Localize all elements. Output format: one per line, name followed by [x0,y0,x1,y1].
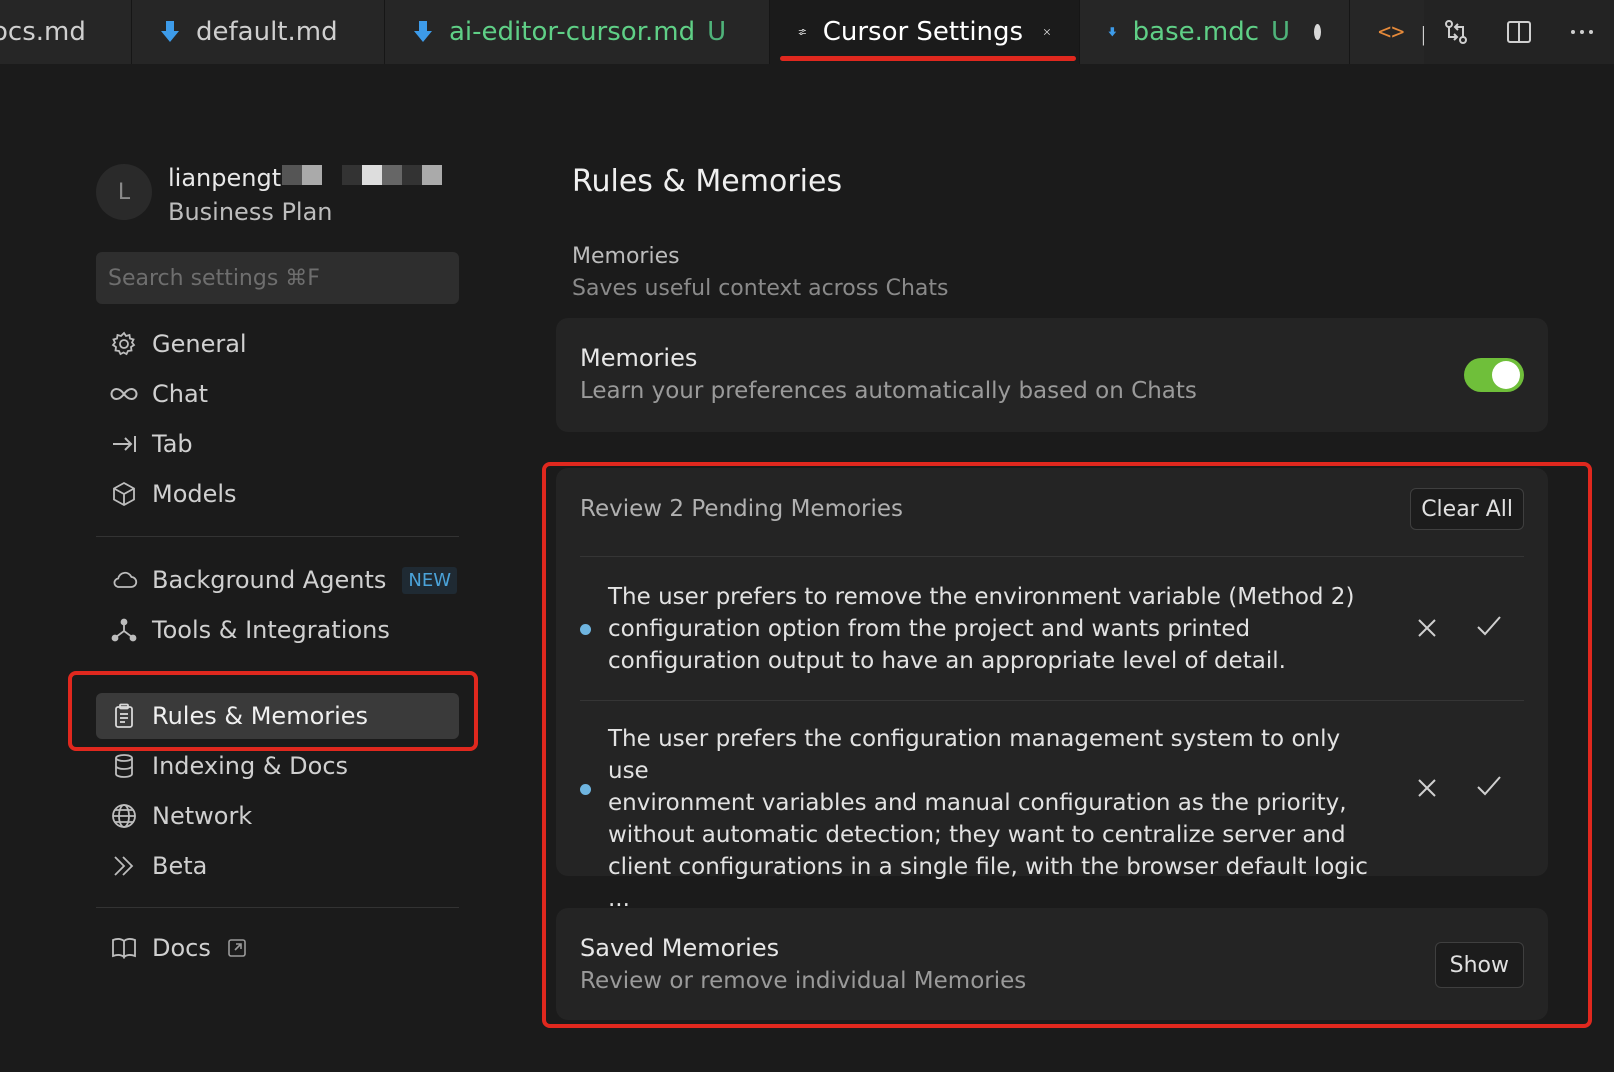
gear-icon [111,331,136,356]
sidebar-item-models[interactable]: Models [96,471,459,517]
markdown-download-icon [161,21,179,42]
sidebar-item-label: General [152,330,247,358]
close-icon[interactable] [1043,22,1051,42]
sidebar-item-label: Network [152,802,253,830]
tab-label: Cursor Settings [822,17,1024,47]
cube-icon [113,481,135,507]
settings-sliders-icon [798,29,806,35]
tab-ai-editor-cursor-md[interactable]: ai-editor-cursor.md U [385,0,770,64]
cloud-icon [113,571,138,588]
memories-card-title: Memories [580,344,698,372]
tab-base-mdc[interactable]: base.mdc U [1080,0,1350,64]
section-title: Memories [572,244,680,269]
sidebar-item-label: Chat [152,380,209,408]
more-icon[interactable] [1568,18,1596,46]
code-brackets-icon: <> [1378,19,1405,45]
memories-card-subtitle: Learn your preferences automatically bas… [580,378,1197,404]
tab-cursor-settings[interactable]: Cursor Settings [770,0,1080,64]
tab-bar: ocs.md default.md ai-editor-cursor.md U … [0,0,1614,64]
sidebar-item-indexing-docs[interactable]: Indexing & Docs [96,743,459,789]
sidebar-item-label: Background Agents [152,566,387,594]
sidebar-divider [96,907,459,908]
untracked-badge: U [707,17,727,47]
sidebar-item-label: Docs [152,934,211,962]
database-icon [115,754,133,778]
redacted-email-icon [282,165,442,185]
memories-toggle[interactable] [1464,358,1524,392]
infinity-icon [110,387,138,401]
sidebar-item-label: Tools & Integrations [152,616,390,644]
search-input[interactable] [96,252,459,304]
sidebar-item-background-agents[interactable]: Background Agents NEW [96,557,459,603]
sidebar-item-tab[interactable]: Tab [96,421,459,467]
sidebar-divider [96,536,459,537]
tab-label: base.mdc [1132,17,1260,47]
tab-label: ai-editor-cursor.md [449,17,696,47]
sidebar-item-label: Models [152,480,237,508]
double-chevron-right-icon [114,856,134,876]
sidebar-item-beta[interactable]: Beta [96,843,459,889]
tab-label: default.md [196,17,338,47]
markdown-download-icon [414,21,432,42]
book-icon [112,938,136,959]
split-editor-icon[interactable] [1505,18,1533,46]
memories-toggle-card: Memories Learn your preferences automati… [556,318,1548,432]
tab-default-md[interactable]: default.md [132,0,385,64]
markdown-download-icon [1108,27,1117,37]
unsaved-dot-icon [1314,24,1321,40]
active-tab-annotation [780,56,1076,61]
editor-actions [1424,0,1614,64]
avatar: L [96,164,152,220]
sidebar-item-network[interactable]: Network [96,793,459,839]
external-link-icon [228,939,246,957]
tab-label: ocs.md [0,17,86,47]
section-subtitle: Saves useful context across Chats [572,276,949,301]
username: lianpengt [168,164,282,192]
sidebar-item-label: Tab [152,430,193,458]
sidebar-item-label: Indexing & Docs [152,752,349,780]
sidebar-item-docs[interactable]: Docs [96,925,459,971]
tab-docs-md[interactable]: ocs.md [0,0,132,64]
sidebar-item-chat[interactable]: Chat [96,371,459,417]
new-badge: NEW [402,566,457,594]
arrow-to-right-icon [113,436,136,452]
integrations-icon [111,618,137,642]
sidebar-item-label: Beta [152,852,208,880]
sidebar-item-tools-integrations[interactable]: Tools & Integrations [96,607,459,653]
sidebar-annotation-box [68,671,478,751]
pending-memories-annotation-box [542,462,1592,1028]
sidebar-item-general[interactable]: General [96,321,459,367]
globe-icon [112,804,136,828]
compare-changes-icon[interactable] [1442,18,1470,46]
plan-label: Business Plan [168,198,333,226]
untracked-badge: U [1271,17,1291,47]
page-title: Rules & Memories [572,164,843,199]
